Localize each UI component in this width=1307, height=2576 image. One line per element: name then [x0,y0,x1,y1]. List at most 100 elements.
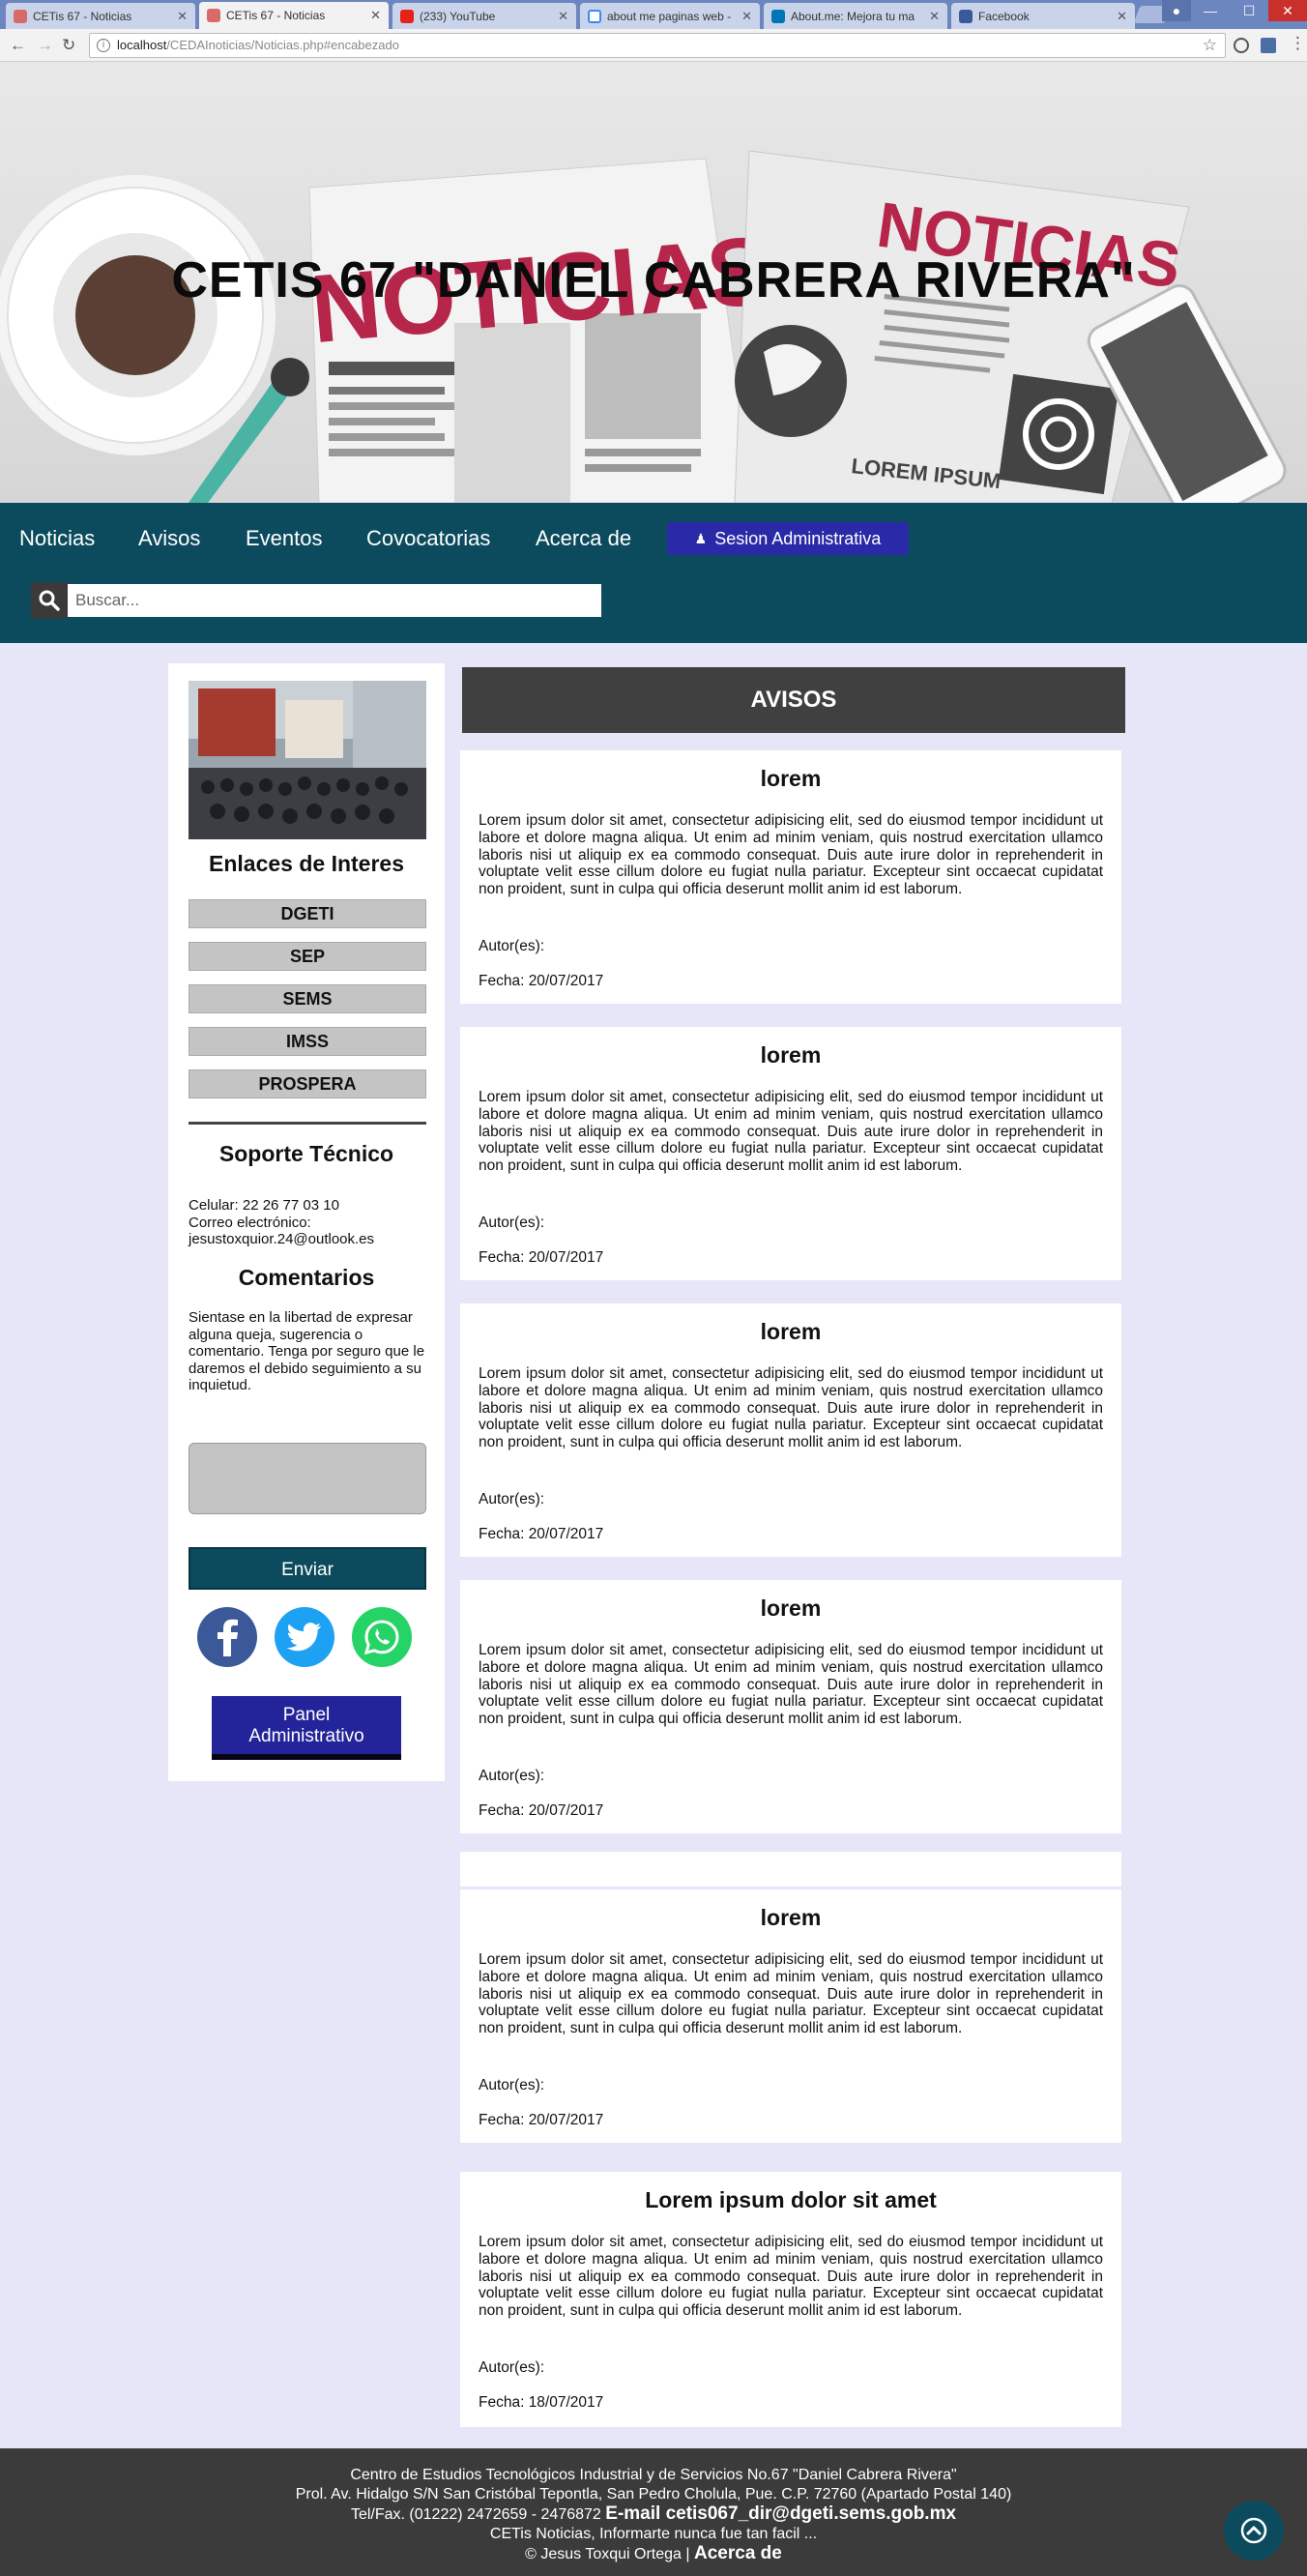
extension-icon[interactable] [1234,38,1249,53]
nav-noticias[interactable]: Noticias [19,526,95,551]
nav-avisos[interactable]: Avisos [138,526,200,551]
admin-panel-label-2: Administrativo [248,1726,364,1746]
post-title: lorem [760,1319,822,1344]
bookmark-star-icon[interactable]: ☆ [1203,34,1217,57]
main-navbar: Noticias Avisos Eventos Covocatorias Ace… [0,503,1307,643]
post-separator [460,1852,1121,1887]
back-icon[interactable]: ← [10,36,26,55]
close-icon[interactable]: ✕ [370,8,381,23]
address-bar-row: ← → ↻ i localhost/CEDAInoticias/Noticias… [0,29,1307,62]
extension-icon[interactable] [1261,38,1276,53]
post-date: Fecha: 20/07/2017 [479,973,604,989]
site-title: CETIS 67 "DANIEL CABRERA RIVERA" [171,252,1136,308]
close-icon[interactable]: ✕ [741,9,752,24]
reload-icon[interactable]: ↻ [62,36,75,55]
tab-label: CETis 67 - Noticias [226,9,326,22]
footer-credit: © Jesus Toxqui Ortega | [525,2546,690,2562]
window-controls: ● — ☐ ✕ [1162,0,1307,21]
user-profile-icon[interactable]: ● [1162,0,1191,21]
post-author: Autor(es): [479,1491,545,1508]
browser-tab[interactable]: (233) YouTube ✕ [392,3,576,29]
admin-session-label: Sesion Administrativa [714,528,882,548]
whatsapp-icon[interactable] [352,1607,412,1667]
support-heading: Soporte Técnico [218,1141,394,1166]
browser-tab[interactable]: CETis 67 - Noticias ✕ [6,3,195,29]
browser-tab-active[interactable]: CETis 67 - Noticias ✕ [199,2,389,29]
footer-school-name: Centro de Estudios Tecnológicos Industri… [350,2467,957,2483]
header-banner: NOTICIAS NOTICIAS LOREM IPSUM CETIS 67 "… [0,62,1307,503]
browser-tab-bar: CETis 67 - Noticias ✕ CETis 67 - Noticias… [0,0,1307,29]
post-body: Lorem ipsum dolor sit amet, consectetur … [479,1365,1103,1451]
tab-label: About.me: Mejora tu ma [791,9,915,23]
comments-heading: Comentarios [238,1265,375,1290]
link-imss[interactable]: IMSS [189,1027,426,1056]
minimize-icon[interactable]: — [1191,0,1230,21]
post-body: Lorem ipsum dolor sit amet, consectetur … [479,1951,1103,2037]
footer-tagline: CETis Noticias, Informarte nunca fue tan… [489,2526,818,2542]
close-icon[interactable]: ✕ [1117,9,1127,24]
site-favicon-icon [207,9,220,22]
nav-convocatorias[interactable]: Covocatorias [366,526,490,551]
footer-email[interactable]: E-mail cetis067_dir@dgeti.sems.gob.mx [605,2503,956,2524]
post-title: lorem [760,1042,822,1068]
link-dgeti[interactable]: DGETI [189,899,426,928]
facebook-icon[interactable] [197,1607,257,1667]
back-to-top-button[interactable] [1224,2501,1284,2561]
post-author: Autor(es): [479,2077,545,2093]
post-body: Lorem ipsum dolor sit amet, consectetur … [479,1642,1103,1728]
link-sems[interactable]: SEMS [189,984,426,1013]
admin-panel-button[interactable]: Panel Administrativo [212,1696,401,1760]
url-bar[interactable]: i localhost/CEDAInoticias/Noticias.php#e… [89,33,1226,58]
support-email-label: Correo electrónico: [189,1214,311,1231]
search-input[interactable] [68,584,601,617]
info-icon[interactable]: i [97,39,110,52]
support-email: jesustoxquior.24@outlook.es [189,1231,375,1247]
post-date: Fecha: 20/07/2017 [479,1802,604,1819]
youtube-icon [400,9,414,23]
close-icon[interactable]: ✕ [177,9,188,24]
comment-textarea[interactable] [189,1443,426,1514]
twitter-icon[interactable] [275,1607,334,1667]
menu-icon[interactable]: ⋮ [1290,34,1306,53]
support-phone: Celular: 22 26 77 03 10 [189,1197,339,1214]
browser-tab[interactable]: about me paginas web - ✕ [580,3,760,29]
post-card: lorem Lorem ipsum dolor sit amet, consec… [460,1303,1121,1557]
post-card: lorem Lorem ipsum dolor sit amet, consec… [460,1889,1121,2143]
footer-contact-line: Tel/Fax. (01222) 2472659 - 2476872 E-mai… [0,2504,1307,2525]
forward-icon[interactable]: → [37,36,53,55]
footer: Centro de Estudios Tecnológicos Industri… [0,2448,1307,2576]
link-sep[interactable]: SEP [189,942,426,971]
footer-about-link[interactable]: Acerca de [694,2543,782,2563]
maximize-icon[interactable]: ☐ [1230,0,1268,21]
search-icon[interactable] [31,582,68,619]
post-date: Fecha: 20/07/2017 [479,1526,604,1542]
nav-acerca-de[interactable]: Acerca de [536,526,631,551]
chevron-up-icon [1240,2517,1267,2544]
close-icon[interactable]: ✕ [558,9,568,24]
link-prospera[interactable]: PROSPERA [189,1069,426,1098]
send-button[interactable]: Enviar [189,1547,426,1590]
post-date: Fecha: 20/07/2017 [479,1249,604,1266]
window-close-icon[interactable]: ✕ [1268,0,1307,21]
post-body: Lorem ipsum dolor sit amet, consectetur … [479,812,1103,898]
post-title: lorem [760,1905,822,1930]
post-card: lorem Lorem ipsum dolor sit amet, consec… [460,750,1121,1004]
close-icon[interactable]: ✕ [929,9,940,24]
browser-tab[interactable]: Facebook ✕ [951,3,1135,29]
post-date: Fecha: 20/07/2017 [479,2112,604,2128]
search-bar [31,582,601,619]
nav-eventos[interactable]: Eventos [246,526,323,551]
tab-label: (233) YouTube [420,9,496,23]
post-body: Lorem ipsum dolor sit amet, consectetur … [479,2234,1103,2320]
post-card: Lorem ipsum dolor sit amet Lorem ipsum d… [460,2172,1121,2427]
post-author: Autor(es): [479,938,545,954]
admin-session-button[interactable]: ♟ Sesion Administrativa [667,522,909,555]
post-card: lorem Lorem ipsum dolor sit amet, consec… [460,1027,1121,1280]
browser-tab[interactable]: About.me: Mejora tu ma ✕ [764,3,947,29]
post-author: Autor(es): [479,1768,545,1784]
url-path: /CEDAInoticias/Noticias.php#encabezado [166,38,399,52]
admin-panel-label-1: Panel [282,1705,331,1725]
comments-description: Sientase en la libertad de expresar algu… [189,1309,425,1393]
post-body: Lorem ipsum dolor sit amet, consectetur … [479,1089,1103,1175]
tab-label: about me paginas web - [607,9,732,23]
